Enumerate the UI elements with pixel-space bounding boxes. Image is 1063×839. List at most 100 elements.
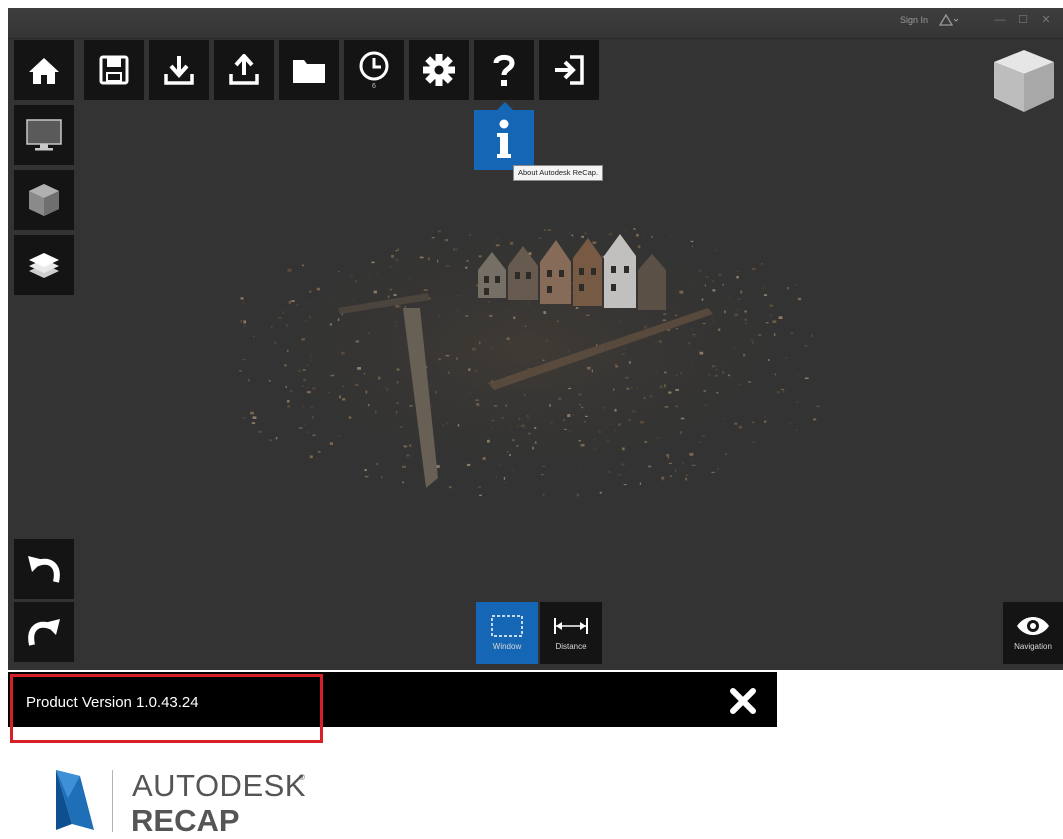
point-cloud-dot [309,315,311,319]
point-cloud-dot [624,229,627,232]
point-cloud-dot [291,300,295,302]
about-info-button[interactable] [474,110,534,170]
point-cloud-dot [643,397,646,399]
point-cloud-dot [445,265,450,267]
point-cloud-dot [473,369,478,373]
point-cloud-dot [518,417,521,421]
point-cloud-dot [524,394,526,396]
point-cloud-dot [543,229,547,231]
point-cloud-dot [788,422,792,425]
point-cloud-dot [239,370,242,372]
import-button[interactable] [149,40,209,100]
point-cloud-dot [438,358,441,361]
point-cloud-dot [734,313,738,316]
point-cloud-dot [330,466,332,468]
point-cloud-dot [606,440,610,442]
folder-icon [293,60,325,83]
point-cloud-dot [732,347,736,350]
point-cloud-dot [508,428,513,431]
point-cloud-dot [387,295,390,298]
point-cloud-dot [572,413,574,417]
point-cloud-dot [675,374,678,377]
distance-button[interactable]: Distance [540,602,602,664]
point-cloud-dot [613,388,615,391]
point-cloud-dot [675,389,679,391]
point-cloud-dot [268,379,271,382]
save-button[interactable] [84,40,144,100]
point-cloud-dot [330,374,335,377]
point-cloud-dot [716,392,719,394]
point-cloud-dot [515,445,519,447]
close-version-button[interactable] [728,686,758,716]
point-cloud-dot [532,446,534,450]
point-cloud-dot [620,463,625,466]
point-cloud-dot [469,234,471,236]
point-cloud-dot [468,368,471,371]
logo-divider [112,770,113,832]
point-cloud-dot [373,290,377,294]
home-button[interactable] [14,40,74,100]
point-cloud-dot [304,320,308,322]
point-cloud-dot [437,259,439,263]
point-cloud-dot [385,386,389,389]
point-cloud-dot [550,421,553,424]
point-cloud-dot [310,406,314,409]
point-cloud-dot [543,311,547,314]
exit-icon [555,55,584,85]
point-cloud-dot [468,392,471,394]
point-cloud-dot [559,377,562,380]
point-cloud-dot [713,282,715,284]
point-cloud-dot [455,309,460,313]
undo-button[interactable] [14,539,74,599]
point-cloud-dot [711,279,715,282]
point-cloud-dot [523,425,527,429]
settings-button[interactable] [409,40,469,100]
point-cloud-dot [309,455,313,459]
point-cloud-dot [670,235,674,238]
export-button[interactable] [214,40,274,100]
point-cloud-dot [491,419,495,422]
sign-out-button[interactable] [539,40,599,100]
point-cloud-dot [626,387,630,390]
point-cloud-scene[interactable] [8,8,1063,670]
view-mode-button[interactable] [14,170,74,230]
display-button[interactable] [14,105,74,165]
open-folder-button[interactable] [279,40,339,100]
point-cloud-dot [684,477,688,481]
point-cloud-dot [478,486,481,488]
navigation-button[interactable]: Navigation [1003,602,1063,664]
point-cloud-dot [348,416,352,419]
help-button[interactable] [474,40,534,100]
point-cloud-dot [495,244,500,247]
point-cloud-dot [275,437,278,440]
point-cloud-dot [663,475,665,477]
history-button[interactable]: 6 [344,40,404,100]
point-cloud-dot [690,240,694,243]
point-cloud-dot [675,328,678,330]
point-cloud-dot [541,474,544,476]
point-cloud-dot [419,256,424,259]
point-cloud-dot [396,402,399,404]
point-cloud-dot [352,299,355,302]
view-cube[interactable] [988,44,1060,125]
point-cloud-dot [764,415,766,417]
point-cloud-dot [564,428,567,430]
redo-button[interactable] [14,602,74,662]
point-cloud-dot [562,419,565,422]
point-cloud-dot [305,387,308,389]
point-cloud-dot [783,275,785,278]
point-cloud-dot [649,395,653,398]
layers-button[interactable] [14,235,74,295]
point-cloud-dot [654,370,658,374]
point-cloud-dot [427,257,430,261]
point-cloud-dot [768,359,770,362]
point-cloud-dot [797,297,802,301]
point-cloud-dot [342,385,345,388]
point-cloud-dot [599,491,602,494]
point-cloud-dot [680,417,685,420]
point-cloud-dot [445,355,450,357]
window-select-button[interactable]: Window [476,602,538,664]
point-cloud-dot [771,325,774,328]
point-cloud-dot [640,421,644,424]
point-cloud-dot [575,307,579,309]
